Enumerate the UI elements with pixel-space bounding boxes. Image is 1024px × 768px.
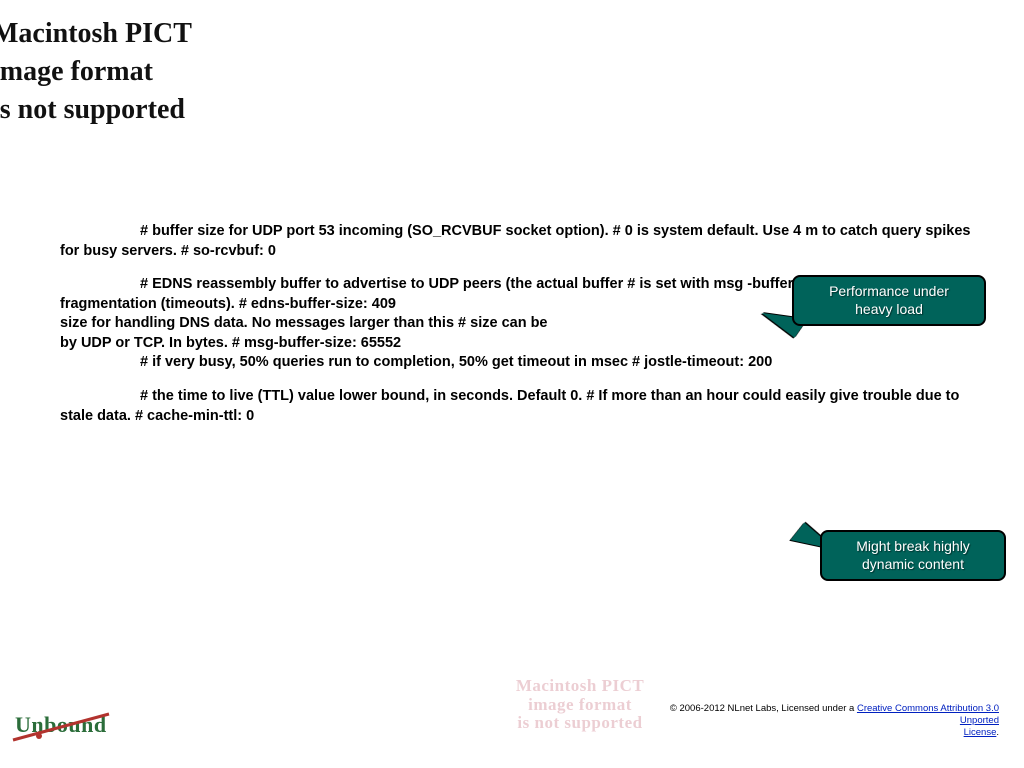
callout-text: heavy load xyxy=(855,301,923,317)
license-prefix: © 2006-2012 NLnet Labs, Licensed under a xyxy=(670,703,857,714)
config-line: # buffer size for UDP port 53 incoming (… xyxy=(60,223,970,259)
config-line: # if very busy, 50% queries run to compl… xyxy=(140,354,772,370)
license-link[interactable]: License xyxy=(964,727,997,738)
pict-footer-line: Macintosh PICT xyxy=(470,677,690,696)
logo-strike-icon xyxy=(9,706,119,746)
callout-text: Performance under xyxy=(829,283,949,299)
callout-dynamic-content: Might break highly dynamic content xyxy=(820,530,1006,581)
unbound-logo: Unbound xyxy=(15,712,107,738)
pict-header-line: image format xyxy=(0,53,192,91)
config-line: # the time to live (TTL) value lower bou… xyxy=(60,388,959,424)
callout-performance: Performance under heavy load xyxy=(792,275,986,326)
config-line: size for handling DNS data. No messages … xyxy=(60,315,548,331)
callout-text: dynamic content xyxy=(862,556,964,572)
config-paragraph: # the time to live (TTL) value lower bou… xyxy=(60,387,980,426)
license-period: . xyxy=(996,727,999,738)
config-line: by UDP or TCP. In bytes. # msg-buffer-si… xyxy=(60,335,401,351)
callout-text: Might break highly xyxy=(856,538,970,554)
pict-header-line: Macintosh PICT xyxy=(0,15,192,53)
pict-header-line: is not supported xyxy=(0,91,192,129)
config-paragraph: # buffer size for UDP port 53 incoming (… xyxy=(60,222,980,261)
pict-unsupported-header: Macintosh PICT image format is not suppo… xyxy=(0,15,192,128)
license-link[interactable]: Creative Commons Attribution 3.0 Unporte… xyxy=(857,703,999,726)
license-text: © 2006-2012 NLnet Labs, Licensed under a… xyxy=(629,703,999,739)
config-text-block: # buffer size for UDP port 53 incoming (… xyxy=(60,222,980,440)
